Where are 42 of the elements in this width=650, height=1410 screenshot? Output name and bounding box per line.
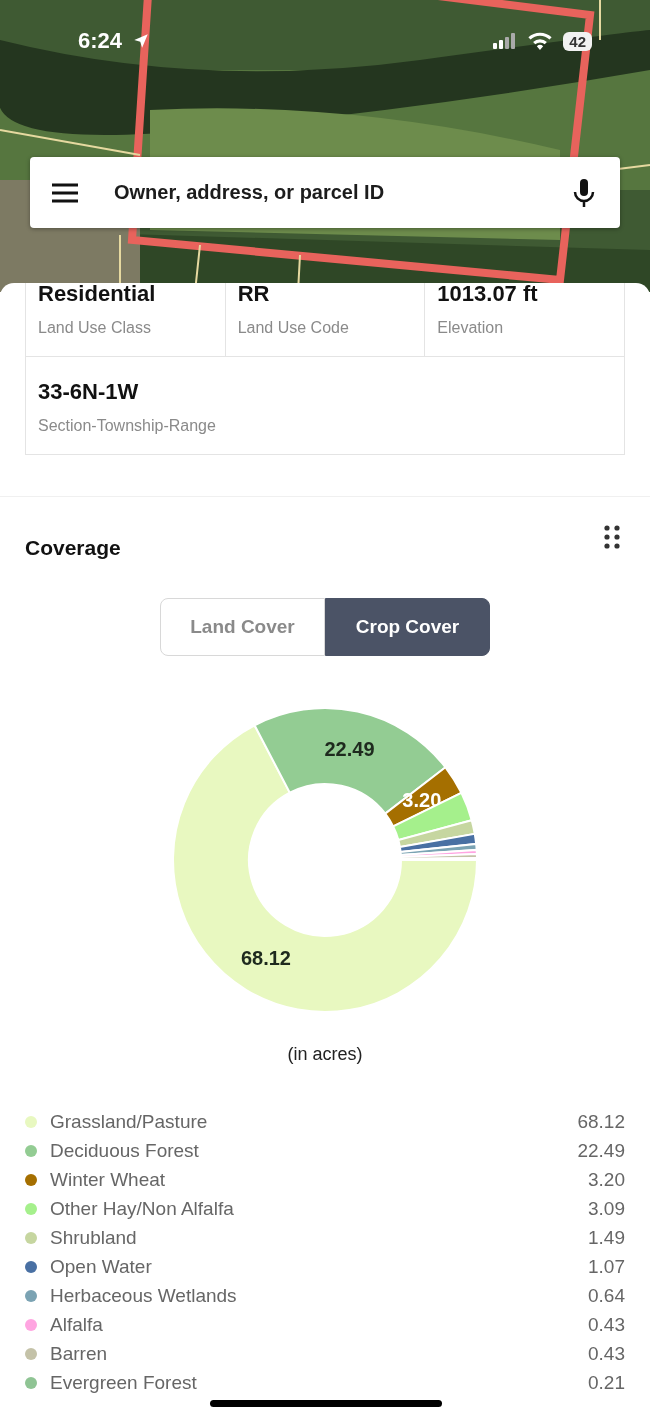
legend-value: 0.64 — [588, 1284, 625, 1307]
section-title: Coverage — [25, 536, 121, 560]
legend-label: Herbaceous Wetlands — [50, 1284, 238, 1307]
legend-label: Shrubland — [50, 1226, 138, 1249]
menu-icon[interactable] — [50, 181, 80, 204]
signal-icon — [493, 33, 518, 49]
location-arrow-icon — [132, 32, 151, 50]
detail-value: 33-6N-1W — [38, 379, 140, 405]
legend-label: Barren — [50, 1342, 109, 1365]
legend-label: Grassland/Pasture — [50, 1110, 209, 1133]
legend-value: 1.49 — [588, 1226, 625, 1249]
detail-label: Land Use Class — [38, 319, 152, 337]
legend-value: 3.09 — [588, 1197, 625, 1220]
legend-label: Alfalfa — [50, 1313, 104, 1336]
legend-value: 1.07 — [588, 1255, 625, 1278]
detail-value: Residential — [38, 283, 157, 307]
detail-value: 1013.07 ft — [437, 283, 539, 307]
search-bar[interactable]: Owner, address, or parcel ID — [30, 157, 620, 228]
legend-value: 0.21 — [588, 1371, 625, 1394]
segment-tab[interactable]: Crop Cover — [325, 598, 490, 656]
wifi-icon — [527, 31, 554, 51]
legend-value: 68.12 — [577, 1110, 625, 1133]
unit-caption: (in acres) — [286, 1044, 364, 1065]
legend-value: 3.20 — [588, 1168, 625, 1191]
legend-value: 22.49 — [577, 1139, 625, 1162]
legend-label: Open Water — [50, 1255, 153, 1278]
detail-label: Section-Township-Range — [38, 417, 217, 435]
legend-value: 0.43 — [588, 1313, 625, 1336]
data-label: 22.49 — [324, 737, 375, 760]
legend-label: Other Hay/Non Alfalfa — [50, 1197, 235, 1220]
status-time: 6:24 — [78, 28, 123, 54]
drag-handle-icon[interactable] — [604, 525, 620, 549]
legend-value: 0.43 — [588, 1342, 625, 1365]
data-label: 68.12 — [240, 946, 291, 969]
legend-label: Evergreen Forest — [50, 1371, 198, 1394]
legend-label: Winter Wheat — [50, 1168, 167, 1191]
legend-label: Deciduous Forest — [50, 1139, 200, 1162]
microphone-icon[interactable] — [572, 177, 596, 208]
search-field[interactable]: Owner, address, or parcel ID — [112, 180, 540, 205]
detail-label: Land Use Code — [237, 319, 350, 337]
detail-value: RR — [237, 283, 271, 307]
detail-label: Elevation — [437, 319, 505, 337]
